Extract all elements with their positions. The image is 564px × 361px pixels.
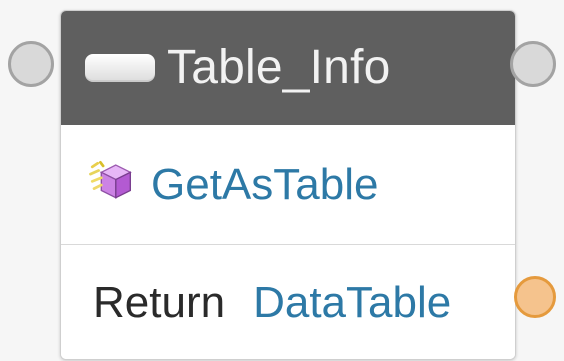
input-port-icon[interactable] <box>8 41 54 87</box>
return-label: Return <box>93 277 226 327</box>
workflow-canvas: Table_Info GetAsTable Return DataTable <box>0 0 564 361</box>
return-type[interactable]: DataTable <box>253 280 451 325</box>
return-row[interactable]: Return DataTable <box>61 246 515 359</box>
node-title: Table_Info <box>167 41 391 94</box>
output-port-icon[interactable] <box>510 41 556 87</box>
node-header[interactable]: Table_Info <box>61 11 515 125</box>
method-row[interactable]: GetAsTable <box>61 125 515 245</box>
table-info-node[interactable]: Table_Info GetAsTable Return DataTable <box>60 10 516 360</box>
method-name[interactable]: GetAsTable <box>151 162 378 207</box>
node-type-pill-icon <box>85 54 155 82</box>
return-port-icon[interactable] <box>514 276 556 318</box>
method-cube-icon <box>89 160 132 199</box>
